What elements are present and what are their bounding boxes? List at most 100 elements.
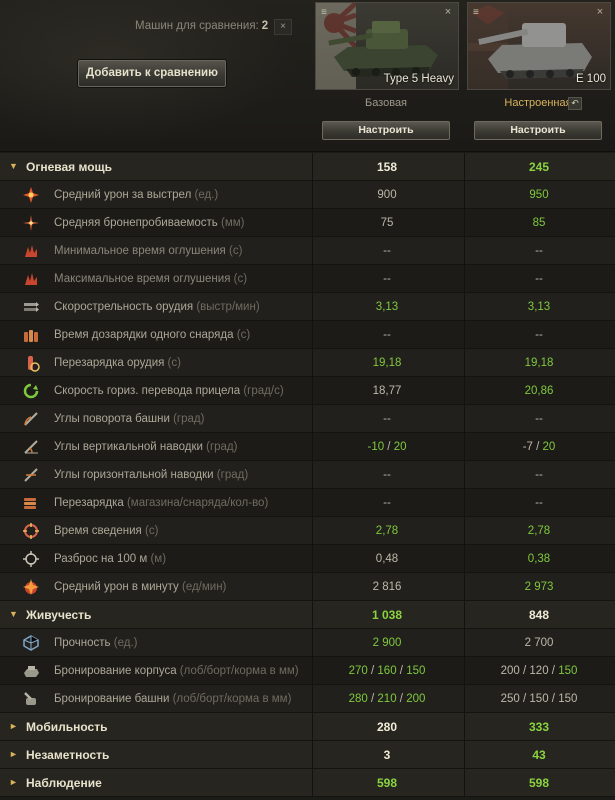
stat-row-rate-of-fire: Скорострельность орудия (выстр/мин) 3,13… — [0, 293, 615, 321]
value-tank-1: 270 / 160 / 150 — [348, 665, 426, 677]
value-tank-2: 0,38 — [527, 553, 551, 565]
category-label: Живучесть — [26, 608, 92, 622]
value-tank-2: 85 — [532, 217, 546, 229]
category-row-survivability[interactable]: ▼ Живучесть 1 038 848 — [0, 601, 615, 629]
setup-button[interactable]: Настроить — [474, 121, 602, 140]
tank-image — [478, 23, 592, 79]
expand-caret-icon[interactable]: ► — [9, 749, 18, 759]
stat-row-penetration: Средняя бронепробиваемость (мм) 75 85 — [0, 209, 615, 237]
compare-count-label: Машин для сравнения: 2 — [135, 20, 269, 32]
value-tank-1: 900 — [377, 189, 397, 201]
stat-row-traverse: Скорость гориз. перевода прицела (град/с… — [0, 377, 615, 405]
turret-angle-icon — [24, 412, 38, 426]
stat-label: Время сведения (с) — [54, 525, 159, 537]
stat-label: Время дозарядки одного снаряда (с) — [54, 329, 251, 341]
stat-label: Минимальное время оглушения (с) — [54, 245, 243, 257]
collapse-caret-icon[interactable]: ▼ — [9, 609, 18, 619]
stat-label: Перезарядка (магазина/снаряда/кол-во) — [54, 497, 269, 509]
comparison-table: ▼ Огневая мощь 158 245 Средний урон за в… — [0, 153, 615, 797]
stat-row-vertical-angles: Углы вертикальной наводки (град) -10 / 2… — [0, 433, 615, 461]
value-tank-1: 3,13 — [375, 301, 399, 313]
rate-of-fire-icon — [24, 302, 39, 312]
value-tank-2: -- — [535, 497, 543, 509]
tank-name: Type 5 Heavy — [383, 73, 454, 85]
value-tank-2: -7 / 20 — [522, 441, 556, 453]
stat-label: Прочность (ед.) — [54, 637, 138, 649]
stat-label: Средний урон за выстрел (ед.) — [54, 189, 219, 201]
value-tank-2: 2 700 — [524, 637, 554, 649]
value-tank-1: 598 — [376, 776, 398, 790]
value-tank-2: 245 — [528, 160, 550, 174]
value-tank-2: 43 — [532, 748, 546, 762]
value-tank-1: -- — [383, 469, 391, 481]
stat-label: Скорость гориз. перевода прицела (град/с… — [54, 385, 284, 397]
stat-label: Скорострельность орудия (выстр/мин) — [54, 301, 260, 313]
hp-icon — [23, 635, 39, 651]
stat-row-shell-reload: Время дозарядки одного снаряда (с) -- -- — [0, 321, 615, 349]
compare-count: 2 — [261, 20, 269, 32]
value-tank-1: 2 816 — [372, 581, 402, 593]
category-label: Огневая мощь — [26, 160, 113, 174]
stat-row-hull-armor: Бронирование корпуса (лоб/борт/корма в м… — [0, 657, 615, 685]
stat-label: Бронирование башни (лоб/борт/корма в мм) — [54, 693, 292, 705]
stat-label: Разброс на 100 м (м) — [54, 553, 167, 565]
stat-row-aim-time: Время сведения (с) 2,78 2,78 — [0, 517, 615, 545]
value-tank-1: 280 / 210 / 200 — [348, 693, 426, 705]
value-tank-2: 20,86 — [524, 385, 554, 397]
tank-card[interactable]: ≡ × E 100 — [467, 2, 611, 90]
value-tank-1: -- — [383, 413, 391, 425]
value-tank-2: 848 — [528, 608, 550, 622]
category-label: Наблюдение — [26, 776, 102, 790]
stat-row-horizontal-angles: Углы горизонтальной наводки (град) -- -- — [0, 461, 615, 489]
value-tank-1: 19,18 — [372, 357, 402, 369]
stat-row-turret-angles: Углы поворота башни (град) -- -- — [0, 405, 615, 433]
value-tank-1: -10 / 20 — [367, 441, 407, 453]
collapse-caret-icon[interactable]: ▼ — [9, 161, 18, 171]
tank-card[interactable]: ≡ × Type 5 Heavy — [315, 2, 459, 90]
value-tank-2: 950 — [529, 189, 549, 201]
category-row-firepower[interactable]: ▼ Огневая мощь 158 245 — [0, 153, 615, 181]
value-tank-2: -- — [535, 273, 543, 285]
add-to-comparison-button[interactable]: Добавить к сравнению — [78, 60, 226, 87]
category-row-spotting[interactable]: ► Наблюдение 598 598 — [0, 769, 615, 797]
magazine-icon — [24, 498, 36, 509]
traverse-icon — [23, 383, 39, 399]
tank-name: E 100 — [575, 73, 606, 85]
penetration-icon — [23, 215, 39, 231]
stat-label: Углы поворота башни (град) — [54, 413, 205, 425]
config-label: Базовая — [364, 97, 408, 109]
value-tank-1: 18,77 — [372, 385, 402, 397]
category-row-concealment[interactable]: ► Незаметность 3 43 — [0, 741, 615, 769]
expand-caret-icon[interactable]: ► — [9, 721, 18, 731]
value-tank-1: 280 — [376, 720, 398, 734]
stat-row-dpm: Средний урон в минуту (ед/мин) 2 816 2 9… — [0, 573, 615, 601]
value-tank-2: 250 / 150 / 150 — [500, 693, 578, 705]
expand-caret-icon[interactable]: ► — [9, 777, 18, 787]
reset-config-icon[interactable]: ↶ — [568, 97, 582, 110]
value-tank-1: 75 — [380, 217, 394, 229]
value-tank-2: 2,78 — [527, 525, 551, 537]
stat-row-hp: Прочность (ед.) 2 900 2 700 — [0, 629, 615, 657]
tank-image — [328, 21, 438, 77]
stat-row-max-stun: Максимальное время оглушения (с) -- -- — [0, 265, 615, 293]
hull-armor-icon — [24, 666, 39, 677]
value-tank-2: 333 — [528, 720, 550, 734]
stat-label: Углы вертикальной наводки (град) — [54, 441, 238, 453]
horizontal-angle-icon — [24, 468, 38, 482]
clear-comparison-button[interactable]: × — [274, 19, 292, 35]
stat-row-min-stun: Минимальное время оглушения (с) -- -- — [0, 237, 615, 265]
category-row-mobility[interactable]: ► Мобильность 280 333 — [0, 713, 615, 741]
value-tank-1: -- — [383, 273, 391, 285]
stat-row-reload: Перезарядка орудия (с) 19,18 19,18 — [0, 349, 615, 377]
dispersion-icon — [23, 551, 39, 567]
stat-label: Максимальное время оглушения (с) — [54, 273, 248, 285]
value-tank-2: -- — [535, 245, 543, 257]
damage-icon — [23, 187, 39, 203]
aim-time-icon — [23, 523, 39, 539]
value-tank-1: 0,48 — [375, 553, 399, 565]
stat-row-magazine-reload: Перезарядка (магазина/снаряда/кол-во) --… — [0, 489, 615, 517]
setup-button[interactable]: Настроить — [322, 121, 450, 140]
value-tank-1: 3 — [383, 748, 391, 762]
stat-label: Средний урон в минуту (ед/мин) — [54, 581, 227, 593]
stun-icon — [25, 273, 37, 285]
